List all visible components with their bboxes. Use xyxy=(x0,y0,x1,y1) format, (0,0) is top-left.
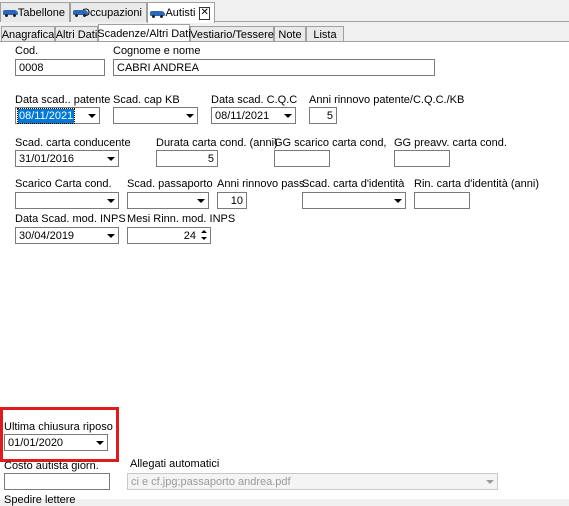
scad-cap-kb-label: Scad. cap KB xyxy=(113,94,180,106)
bottom-cut-label: Spedire lettere xyxy=(4,494,76,506)
scad-cqc-label: Data scad. C.Q.C xyxy=(211,94,298,106)
name-field[interactable]: CABRI ANDREA xyxy=(113,59,435,76)
durata-carta-field[interactable]: 5 xyxy=(156,150,218,167)
doc-tab-label: Autisti xyxy=(165,7,196,19)
scad-patente-label: Data scad.. patente xyxy=(15,94,111,106)
gg-scarico-field[interactable] xyxy=(274,150,330,167)
tab-label: Altri Dati xyxy=(55,28,98,41)
mesi-inps-value: 24 xyxy=(183,230,196,242)
doc-tab-autisti[interactable]: Autisti ✕ xyxy=(147,2,215,23)
scad-inps-value: 30/04/2019 xyxy=(19,230,75,242)
tab-anagrafica[interactable]: Anagrafica xyxy=(1,26,55,42)
tab-note[interactable]: Note xyxy=(274,26,306,42)
anni-rinnovo-label: Anni rinnovo patente/C.Q.C./KB xyxy=(309,94,465,106)
durata-carta-label: Durata carta cond. (anni) xyxy=(156,137,278,149)
chevron-down-icon[interactable] xyxy=(107,157,115,161)
scad-inps-datepicker[interactable]: 30/04/2019 xyxy=(15,227,119,244)
costo-label: Costo autista giorn. xyxy=(4,460,99,472)
tab-lista[interactable]: Lista xyxy=(306,26,344,42)
scarico-carta-label: Scarico Carta cond. xyxy=(15,178,112,190)
tab-label: Vestiario/Tessere xyxy=(190,28,274,41)
scad-inps-label: Data Scad. mod. INPS xyxy=(15,213,126,225)
tab-label: Anagrafica xyxy=(1,28,55,41)
spin-arrows-icon[interactable] xyxy=(200,229,209,242)
doc-tab-label: Tabellone xyxy=(17,6,65,19)
car-icon xyxy=(73,8,90,17)
gg-scarico-label: GG scarico carta cond, xyxy=(274,137,387,149)
tab-label: Scadenze/Altri Dati xyxy=(97,28,191,40)
scad-passaporto-label: Scad. passaporto xyxy=(127,178,213,190)
anni-rinnovo-field[interactable]: 5 xyxy=(309,107,337,124)
gg-preavv-label: GG preavv. carta cond. xyxy=(394,137,507,149)
scarico-carta-datepicker[interactable] xyxy=(15,192,119,209)
car-icon xyxy=(3,8,18,17)
tab-label: Lista xyxy=(313,28,337,41)
scad-carta-cond-label: Scad. carta conducente xyxy=(15,137,131,149)
scad-cqc-value: 08/11/2021 xyxy=(215,110,270,122)
cod-field[interactable]: 0008 xyxy=(15,59,105,76)
chevron-down-icon[interactable] xyxy=(88,114,96,118)
chevron-down-icon[interactable] xyxy=(107,199,115,203)
scad-passaporto-datepicker[interactable] xyxy=(127,192,209,209)
rin-identita-label: Rin. carta d'identità (anni) xyxy=(414,178,539,190)
scad-identita-label: Scad. carta d'identità xyxy=(302,178,405,190)
allegati-dropdown[interactable]: ci e cf.jpg;passaporto andrea.pdf xyxy=(127,473,498,490)
chevron-down-icon[interactable] xyxy=(284,114,292,118)
rin-identita-field[interactable] xyxy=(414,192,470,209)
name-label: Cognome e nome xyxy=(113,45,201,57)
anni-rinnovo-pass-label: Anni rinnovo pass. xyxy=(217,178,308,190)
anni-rinnovo-pass-field[interactable]: 10 xyxy=(217,192,247,209)
costo-field[interactable] xyxy=(4,473,110,490)
chevron-down-icon[interactable] xyxy=(197,199,205,203)
scad-patente-datepicker[interactable]: 08/11/2021 xyxy=(15,107,100,124)
car-icon xyxy=(150,9,166,18)
scad-carta-cond-value: 31/01/2016 xyxy=(19,153,75,165)
allegati-value: ci e cf.jpg;passaporto andrea.pdf xyxy=(131,476,291,488)
chevron-down-icon[interactable] xyxy=(486,480,494,484)
document-tab-strip: Tabellone Occupazioni Autisti ✕ xyxy=(0,0,569,23)
tab-vestiario-tessere[interactable]: Vestiario/Tessere xyxy=(190,26,274,42)
tab-altri-dati[interactable]: Altri Dati xyxy=(55,26,98,42)
scad-carta-cond-datepicker[interactable]: 31/01/2016 xyxy=(15,150,119,167)
allegati-label: Allegati automatici xyxy=(130,458,220,470)
form-tab-strip: Anagrafica Altri Dati Scadenze/Altri Dat… xyxy=(0,24,569,43)
scad-cap-kb-datepicker[interactable] xyxy=(113,107,198,124)
cod-label: Cod. xyxy=(15,45,39,57)
doc-tab-label: Occupazioni xyxy=(81,6,142,19)
chevron-down-icon[interactable] xyxy=(186,114,194,118)
mesi-inps-label: Mesi Rinn. mod. INPS xyxy=(127,213,236,225)
highlight-annotation xyxy=(0,407,119,462)
chevron-down-icon[interactable] xyxy=(107,234,115,238)
scad-patente-value: 08/11/2021 xyxy=(16,108,76,124)
scad-identita-datepicker[interactable] xyxy=(302,192,406,209)
scad-cqc-datepicker[interactable]: 08/11/2021 xyxy=(211,107,296,124)
gg-preavv-field[interactable] xyxy=(394,150,450,167)
doc-tab-tabellone[interactable]: Tabellone xyxy=(0,2,70,22)
doc-tab-occupazioni[interactable]: Occupazioni xyxy=(70,2,147,22)
close-icon[interactable]: ✕ xyxy=(199,6,210,20)
tab-label: Note xyxy=(278,28,302,41)
chevron-down-icon[interactable] xyxy=(394,199,402,203)
mesi-inps-stepper[interactable]: 24 xyxy=(127,227,211,244)
